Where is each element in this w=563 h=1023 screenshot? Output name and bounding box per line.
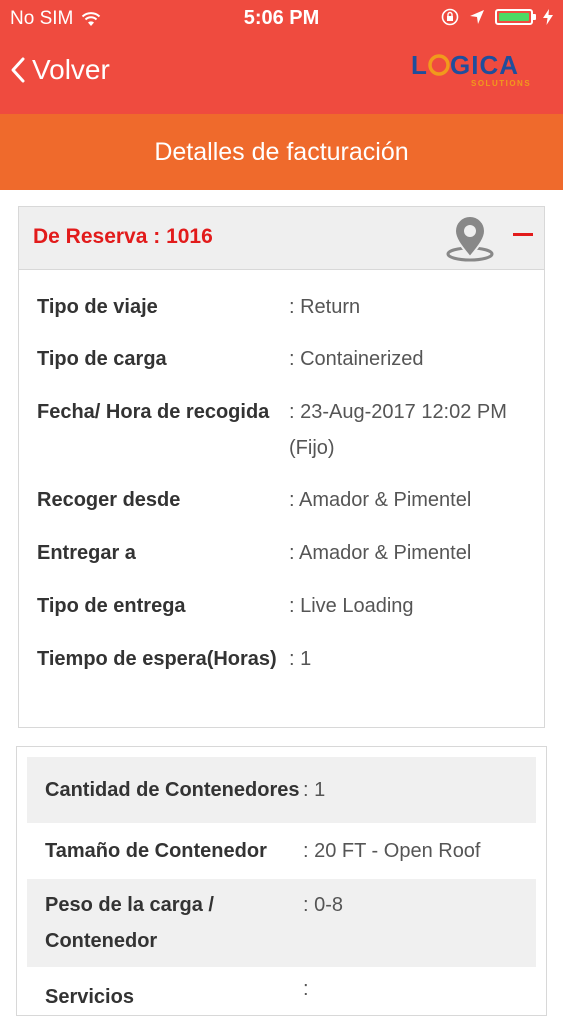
row-label: Recoger desde	[37, 489, 181, 511]
svg-text:L: L	[411, 50, 428, 80]
row-servicios: Servicios :	[27, 967, 536, 1023]
svg-text:GICA: GICA	[450, 50, 519, 80]
row-value: : Return	[289, 296, 361, 318]
reservation-number: De Reserva : 1016	[33, 225, 213, 248]
battery-icon	[495, 9, 536, 25]
container-card: Cantidad de Contenedores : 1 Tamaño de C…	[16, 746, 547, 1016]
back-label: Volver	[32, 54, 110, 85]
row-value: : 0-8	[303, 894, 344, 916]
row-value: : Live Loading	[289, 595, 414, 617]
row-value: : 1	[303, 779, 326, 801]
row-label: Tipo de carga	[37, 348, 167, 370]
reservation-card: De Reserva : 1016 Tipo de viaje : Return…	[18, 206, 545, 728]
row-label: Entregar a	[37, 542, 136, 564]
row-label: Tipo de entrega	[37, 595, 186, 617]
charging-bolt-icon	[543, 9, 553, 25]
row-label: Peso de la carga / Contenedor	[45, 894, 214, 952]
lock-rotation-icon	[441, 8, 459, 26]
nav-bar: Volver L GICA SOLUTIONS	[0, 36, 563, 114]
row-value: : 23-Aug-2017 12:02 PM (Fijo)	[289, 401, 507, 459]
row-peso-carga: Peso de la carga / Contenedor : 0-8	[27, 879, 536, 967]
reservation-header[interactable]: De Reserva : 1016	[19, 207, 544, 270]
collapse-minus-icon[interactable]	[513, 233, 533, 236]
row-label: Tiempo de espera(Horas)	[37, 648, 277, 670]
logica-logo: L GICA SOLUTIONS	[411, 50, 531, 88]
chevron-left-icon	[11, 57, 25, 83]
location-arrow-icon	[470, 10, 484, 24]
page-title: Detalles de facturación	[154, 138, 409, 166]
row-label: Servicios	[45, 986, 134, 1008]
row-label: Cantidad de Contenedores	[45, 779, 300, 801]
row-cantidad-contenedores: Cantidad de Contenedores : 1	[27, 757, 536, 823]
status-bar: No SIM 5:06 PM	[0, 0, 563, 36]
row-tamano-contenedor: Tamaño de Contenedor : 20 FT - Open Roof	[27, 823, 536, 879]
row-label: Tamaño de Contenedor	[45, 840, 267, 862]
row-value: : 20 FT - Open Roof	[303, 840, 481, 862]
back-button[interactable]: Volver	[10, 54, 110, 86]
row-value: :	[303, 978, 309, 1000]
row-label: Tipo de viaje	[37, 296, 158, 318]
row-value: : Containerized	[289, 348, 424, 370]
row-value: : Amador & Pimentel	[289, 489, 472, 511]
title-bar: Detalles de facturación	[0, 114, 563, 190]
status-icons	[441, 8, 553, 26]
map-pin-icon[interactable]	[443, 213, 497, 263]
row-value: : Amador & Pimentel	[289, 542, 472, 564]
svg-text:SOLUTIONS: SOLUTIONS	[471, 79, 531, 88]
row-value: : 1	[289, 648, 312, 670]
row-label: Fecha/ Hora de recogida	[37, 401, 270, 423]
